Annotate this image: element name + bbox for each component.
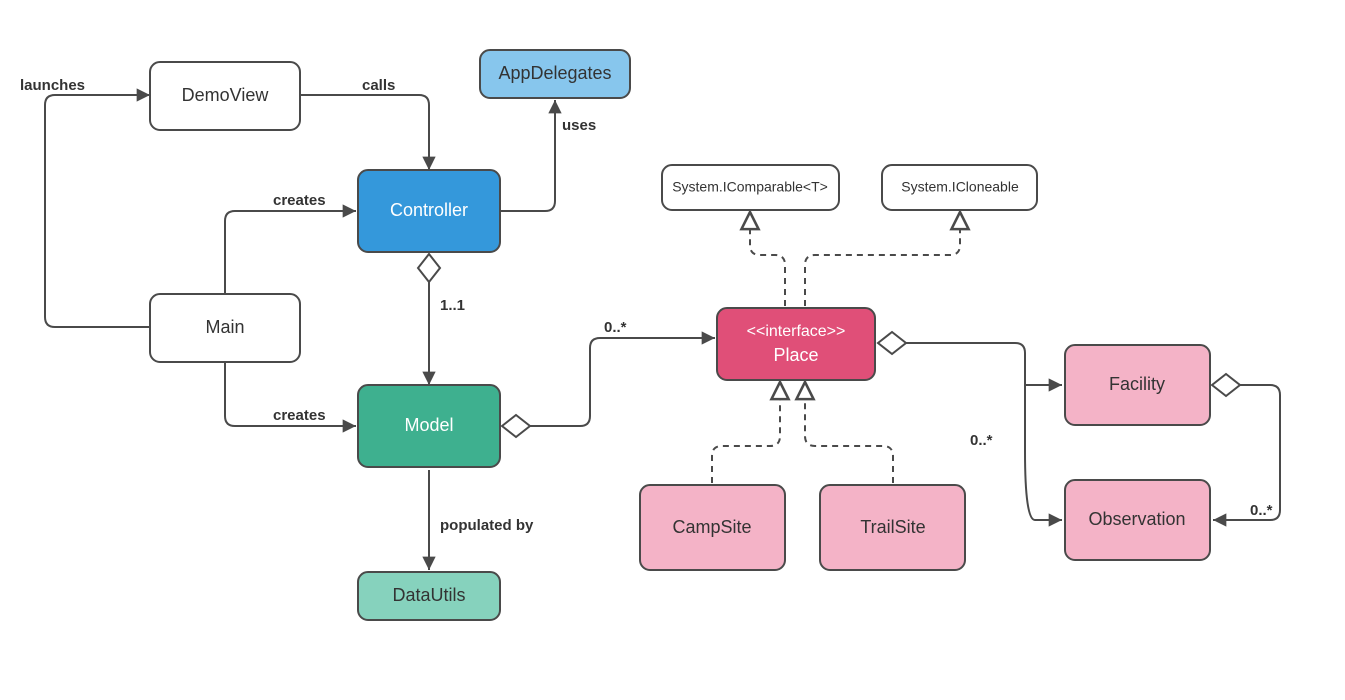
node-icomparable-label: System.IComparable<T> [672, 179, 828, 195]
svg-text:calls: calls [362, 77, 395, 94]
node-appdelegates: AppDelegates [480, 50, 630, 98]
edge-facility-observation-aggregation: 0..* [1212, 374, 1280, 520]
edge-main-controller-creates: creates [225, 192, 356, 294]
edge-main-model-creates: creates [225, 363, 356, 426]
edge-controller-model-aggregation: 1..1 [418, 254, 465, 385]
node-facility-label: Facility [1109, 374, 1165, 394]
svg-text:populated by: populated by [440, 517, 534, 534]
node-place-stereotype: <<interface>> [747, 323, 846, 340]
node-trailsite: TrailSite [820, 485, 965, 570]
edge-controller-appdelegates-uses: uses [500, 100, 596, 211]
node-datautils: DataUtils [358, 572, 500, 620]
edge-place-icomparable-realization [750, 212, 785, 306]
node-observation-label: Observation [1088, 509, 1185, 529]
node-controller: Controller [358, 170, 500, 252]
svg-text:launches: launches [20, 77, 85, 94]
edge-model-place-aggregation: 0..* [502, 319, 715, 437]
node-model-label: Model [404, 415, 453, 435]
node-main: Main [150, 294, 300, 362]
svg-text:uses: uses [562, 117, 596, 134]
node-main-label: Main [205, 317, 244, 337]
svg-text:0..*: 0..* [1250, 502, 1273, 519]
node-campsite-label: CampSite [672, 517, 751, 537]
node-campsite: CampSite [640, 485, 785, 570]
edge-demoview-controller-calls: calls [300, 77, 429, 170]
node-demoview: DemoView [150, 62, 300, 130]
node-controller-label: Controller [390, 200, 468, 220]
node-observation: Observation [1065, 480, 1210, 560]
node-icloneable-label: System.ICloneable [901, 179, 1019, 195]
node-model: Model [358, 385, 500, 467]
node-icomparable: System.IComparable<T> [662, 165, 839, 210]
node-icloneable: System.ICloneable [882, 165, 1037, 210]
edge-trailsite-place-realization [805, 382, 893, 483]
node-datautils-label: DataUtils [392, 585, 465, 605]
edge-main-demoview-launches: launches [20, 77, 150, 327]
svg-text:creates: creates [273, 192, 326, 209]
svg-text:creates: creates [273, 407, 326, 424]
node-trailsite-label: TrailSite [860, 517, 925, 537]
node-place: <<interface>> Place [717, 308, 875, 380]
node-appdelegates-label: AppDelegates [498, 63, 611, 83]
edge-model-datautils-populated-by: populated by [429, 470, 534, 570]
svg-text:0..*: 0..* [604, 319, 627, 336]
edge-place-icloneable-realization [805, 212, 960, 306]
node-facility: Facility [1065, 345, 1210, 425]
node-place-label: Place [773, 345, 818, 365]
svg-text:0..*: 0..* [970, 432, 993, 449]
uml-diagram: launches calls uses creates creates 1..1… [0, 0, 1345, 700]
svg-text:1..1: 1..1 [440, 297, 465, 314]
edge-campsite-place-realization [712, 382, 780, 483]
node-demoview-label: DemoView [182, 85, 270, 105]
